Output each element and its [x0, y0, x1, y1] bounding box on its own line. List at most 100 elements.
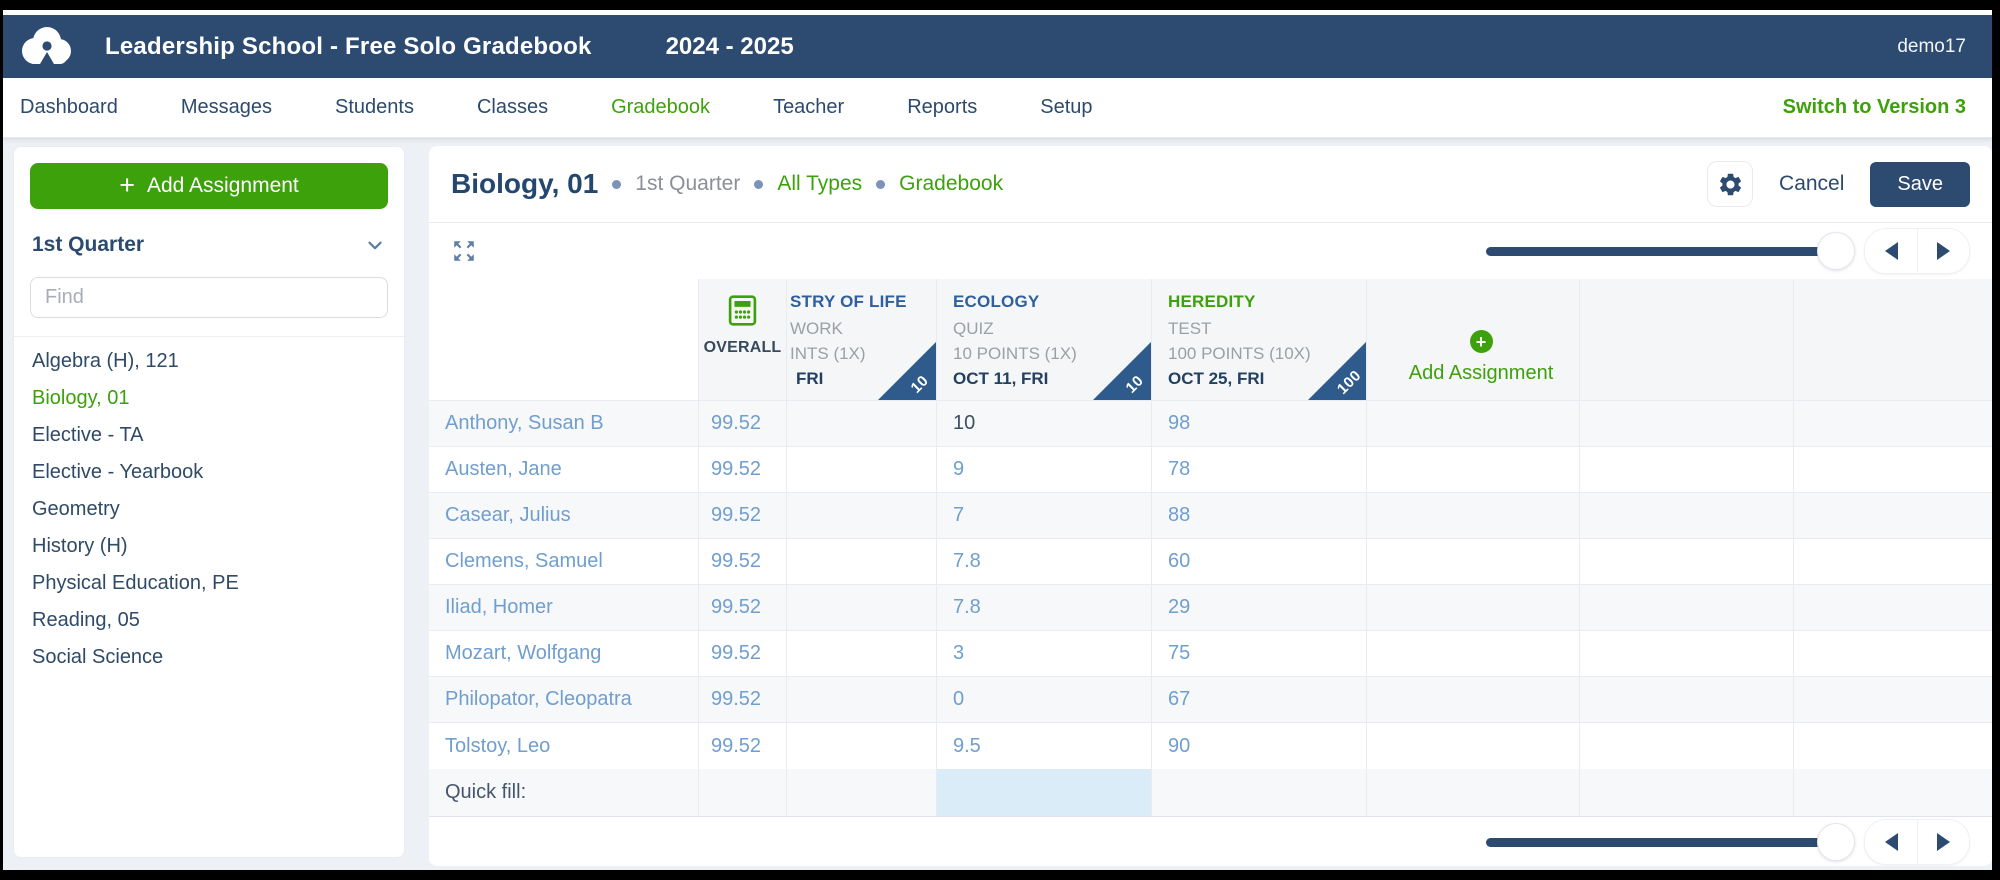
- assignment-title: HEREDITY: [1168, 292, 1256, 311]
- crumb-view[interactable]: Gradebook: [899, 172, 1003, 196]
- grade-cell[interactable]: [787, 493, 937, 538]
- grade-cell[interactable]: 3: [937, 631, 1152, 676]
- class-list-item[interactable]: Geometry: [30, 491, 388, 528]
- student-name-link[interactable]: Tolstoy, Leo: [445, 735, 550, 758]
- grade-cell[interactable]: [787, 723, 937, 769]
- find-input[interactable]: [30, 277, 388, 318]
- header-overall-column: OVERALL: [699, 279, 787, 400]
- class-list-item[interactable]: Algebra (H), 121: [30, 343, 388, 380]
- assignment-header-ecology[interactable]: ECOLOGY QUIZ 10 POINTS (1X) OCT 11, FRI …: [937, 279, 1152, 400]
- chevron-down-icon: [368, 241, 382, 250]
- class-list-item[interactable]: History (H): [30, 528, 388, 565]
- student-name-link[interactable]: Iliad, Homer: [445, 596, 553, 619]
- sidebar-divider: [14, 336, 404, 337]
- empty-assignment-column: [1794, 279, 1992, 400]
- grade-cell-empty: [1367, 447, 1580, 492]
- student-row: Casear, Julius 99.52 7 88: [429, 493, 1992, 539]
- assignment-header-heredity[interactable]: HEREDITY TEST 100 POINTS (10X) OCT 25, F…: [1152, 279, 1367, 400]
- nav-item[interactable]: Setup: [1040, 96, 1092, 119]
- grade-cell[interactable]: 29: [1152, 585, 1367, 630]
- grade-cell[interactable]: 60: [1152, 539, 1367, 584]
- assignment-date: FRI: [796, 369, 824, 388]
- nav-item[interactable]: Gradebook: [611, 96, 710, 119]
- student-name-link[interactable]: Casear, Julius: [445, 504, 571, 527]
- class-list: Algebra (H), 121 Biology, 01 Elective - …: [30, 343, 388, 676]
- student-row: Mozart, Wolfgang 99.52 3 75: [429, 631, 1992, 677]
- plus-icon: +: [119, 169, 135, 200]
- grade-cell[interactable]: 9.5: [937, 723, 1152, 769]
- scrollbar-track[interactable]: [1486, 837, 1836, 847]
- nav-item[interactable]: Students: [335, 96, 414, 119]
- nav-item[interactable]: Reports: [907, 96, 977, 119]
- overall-grade-cell: 99.52: [699, 631, 787, 676]
- grade-cell[interactable]: [787, 539, 937, 584]
- crumb-types[interactable]: All Types: [777, 172, 862, 196]
- scrollbar-thumb[interactable]: [1817, 232, 1855, 270]
- quick-fill-cell[interactable]: [1152, 769, 1367, 816]
- prev-columns-button[interactable]: [1865, 229, 1917, 273]
- nav-item[interactable]: Dashboard: [20, 96, 118, 119]
- prev-arrow-icon: [1884, 242, 1898, 260]
- prev-columns-button[interactable]: [1865, 820, 1917, 864]
- grade-cell[interactable]: 7.8: [937, 585, 1152, 630]
- horizontal-scrollbar-top[interactable]: [1486, 232, 1855, 270]
- nav-item[interactable]: Messages: [181, 96, 272, 119]
- assignment-date: OCT 11, FRI: [953, 369, 1049, 388]
- quarter-selector[interactable]: 1st Quarter: [32, 233, 386, 257]
- grade-cell-empty: [1580, 539, 1794, 584]
- save-button[interactable]: Save: [1870, 161, 1970, 207]
- class-list-item[interactable]: Reading, 05: [30, 602, 388, 639]
- add-assignment-button[interactable]: + Add Assignment: [30, 163, 388, 209]
- class-list-item[interactable]: Elective - Yearbook: [30, 454, 388, 491]
- assignment-header-history-of-life[interactable]: STRY OF LIFE WORK INTS (1X) FRI 10: [787, 279, 937, 400]
- class-list-item[interactable]: Social Science: [30, 639, 388, 676]
- grade-cell[interactable]: [787, 677, 937, 722]
- class-list-item[interactable]: Elective - TA: [30, 417, 388, 454]
- expand-grid-button[interactable]: [451, 237, 479, 265]
- grade-cell[interactable]: [787, 585, 937, 630]
- app-frame: Leadership School - Free Solo Gradebook …: [3, 10, 1992, 870]
- grade-cell[interactable]: [787, 631, 937, 676]
- scrollbar-track[interactable]: [1486, 246, 1836, 256]
- grade-cell[interactable]: 9: [937, 447, 1152, 492]
- student-name-link[interactable]: Clemens, Samuel: [445, 550, 603, 573]
- crumb-quarter[interactable]: 1st Quarter: [635, 172, 740, 196]
- nav-item[interactable]: Teacher: [773, 96, 844, 119]
- cancel-button[interactable]: Cancel: [1779, 172, 1844, 196]
- grade-cell[interactable]: 0: [937, 677, 1152, 722]
- student-name-link[interactable]: Philopator, Cleopatra: [445, 688, 632, 711]
- grade-cell[interactable]: 10: [937, 401, 1152, 446]
- crumb-dot: [876, 179, 886, 189]
- student-name-link[interactable]: Anthony, Susan B: [445, 412, 604, 435]
- grade-cell[interactable]: 7: [937, 493, 1152, 538]
- switch-version-link[interactable]: Switch to Version 3: [1783, 96, 1966, 119]
- settings-button[interactable]: [1707, 161, 1754, 207]
- nav-item[interactable]: Classes: [477, 96, 548, 119]
- class-list-item[interactable]: Physical Education, PE: [30, 565, 388, 602]
- quick-fill-cell[interactable]: [787, 769, 937, 816]
- grade-cell[interactable]: 88: [1152, 493, 1367, 538]
- grade-cell[interactable]: 90: [1152, 723, 1367, 769]
- page-title: Biology, 01: [451, 168, 599, 199]
- grade-cell[interactable]: [787, 447, 937, 492]
- grade-cell[interactable]: [787, 401, 937, 446]
- student-row: Tolstoy, Leo 99.52 9.5 90: [429, 723, 1992, 769]
- student-name-link[interactable]: Austen, Jane: [445, 458, 562, 481]
- grade-cell-empty: [1794, 723, 1992, 769]
- assignment-type: TEST: [1168, 319, 1212, 338]
- next-columns-button[interactable]: [1917, 820, 1969, 864]
- scrollbar-thumb[interactable]: [1817, 823, 1855, 861]
- grade-cell[interactable]: 78: [1152, 447, 1367, 492]
- student-name-link[interactable]: Mozart, Wolfgang: [445, 642, 601, 665]
- grade-cell[interactable]: 67: [1152, 677, 1367, 722]
- school-title: Leadership School - Free Solo Gradebook: [105, 32, 592, 60]
- horizontal-scrollbar-bottom[interactable]: [1486, 823, 1855, 861]
- grade-cell[interactable]: 98: [1152, 401, 1367, 446]
- grade-cell[interactable]: 7.8: [937, 539, 1152, 584]
- username[interactable]: demo17: [1897, 36, 1966, 58]
- add-assignment-column-button[interactable]: + Add Assignment: [1367, 279, 1580, 400]
- grade-cell[interactable]: 75: [1152, 631, 1367, 676]
- class-list-item[interactable]: Biology, 01: [30, 380, 388, 417]
- next-columns-button[interactable]: [1917, 229, 1969, 273]
- quick-fill-cell-selected[interactable]: [937, 769, 1152, 816]
